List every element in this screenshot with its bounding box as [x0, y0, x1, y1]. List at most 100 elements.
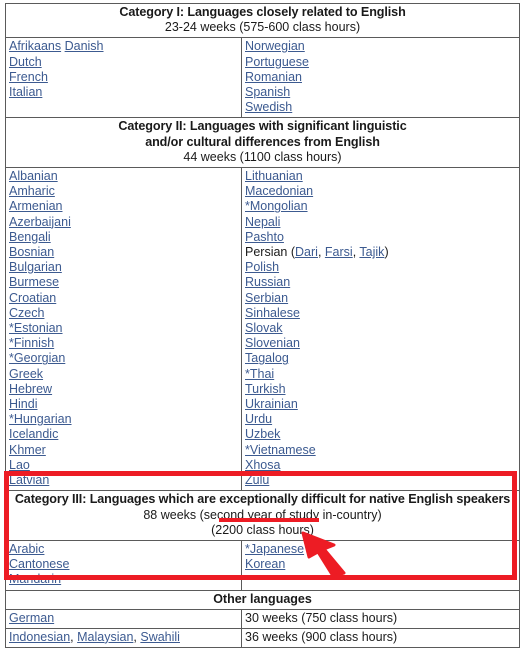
language-link[interactable]: Khmer: [9, 443, 46, 457]
language-link[interactable]: Icelandic: [9, 427, 58, 441]
other-languages-header-row: Other languages: [4, 589, 521, 610]
language-link[interactable]: Albanian: [9, 169, 58, 183]
language-entry: Korean: [245, 557, 516, 572]
language-link[interactable]: *Thai: [245, 367, 274, 381]
language-link[interactable]: Zulu: [245, 473, 269, 487]
language-list: German: [9, 611, 54, 625]
language-link[interactable]: Korean: [245, 557, 285, 571]
language-link[interactable]: Slovenian: [245, 336, 300, 350]
other-row-1-languages: Indonesian, Malaysian, Swahili: [5, 627, 242, 648]
language-link[interactable]: Swahili: [140, 630, 180, 644]
category-2-header-cell: Category II: Languages with significant …: [4, 117, 521, 169]
language-entry: Khmer: [9, 443, 238, 458]
language-link[interactable]: *Finnish: [9, 336, 54, 350]
language-entry: Nepali: [245, 215, 516, 230]
category-1-left-column: Afrikaans Danish Dutch French Italian: [5, 37, 242, 119]
language-link[interactable]: Indonesian: [9, 630, 70, 644]
language-link[interactable]: Latvian: [9, 473, 49, 487]
language-link[interactable]: Bengali: [9, 230, 51, 244]
language-link[interactable]: *Vietnamese: [245, 443, 316, 457]
language-link[interactable]: *Japanese: [245, 542, 304, 556]
language-link[interactable]: Xhosa: [245, 458, 280, 472]
language-link[interactable]: Greek: [9, 367, 43, 381]
language-link[interactable]: Portuguese: [245, 55, 309, 69]
language-link[interactable]: *Mongolian: [245, 199, 308, 213]
language-entry: *Thai: [245, 367, 516, 382]
language-list: Afrikaans Danish Dutch French Italian: [9, 39, 238, 100]
language-link[interactable]: Cantonese: [9, 557, 69, 571]
language-list: Indonesian, Malaysian, Swahili: [9, 630, 180, 644]
language-entry: Greek: [9, 367, 238, 382]
category-1-title: Category I: Languages closely related to…: [119, 5, 406, 19]
language-entry: Lithuanian: [245, 169, 516, 184]
language-entry: Spanish: [245, 85, 516, 100]
language-link[interactable]: Armenian: [9, 199, 63, 213]
language-link[interactable]: Czech: [9, 306, 44, 320]
language-link[interactable]: Swedish: [245, 100, 292, 114]
language-link[interactable]: Italian: [9, 85, 42, 99]
language-link[interactable]: *Georgian: [9, 351, 65, 365]
language-link[interactable]: Malaysian: [77, 630, 133, 644]
language-link[interactable]: Afrikaans: [9, 39, 61, 53]
language-link[interactable]: Danish: [65, 39, 104, 53]
language-entry: *Finnish: [9, 336, 238, 351]
language-entry: Italian: [9, 85, 238, 100]
language-link[interactable]: Azerbaijani: [9, 215, 71, 229]
language-link[interactable]: Lithuanian: [245, 169, 303, 183]
language-entry: Amharic: [9, 184, 238, 199]
language-link[interactable]: Amharic: [9, 184, 55, 198]
language-link[interactable]: Hebrew: [9, 382, 52, 396]
language-link[interactable]: Norwegian: [245, 39, 305, 53]
language-link[interactable]: Lao: [9, 458, 30, 472]
language-link[interactable]: Farsi: [325, 245, 353, 259]
language-entry: Mandarin: [9, 572, 238, 587]
language-link[interactable]: *Estonian: [9, 321, 63, 335]
language-link[interactable]: Dari: [295, 245, 318, 259]
language-link[interactable]: Slovak: [245, 321, 283, 335]
language-link[interactable]: Uzbek: [245, 427, 280, 441]
language-link[interactable]: Romanian: [245, 70, 302, 84]
language-link[interactable]: Spanish: [245, 85, 290, 99]
language-entry: Cantonese: [9, 557, 238, 572]
category-3-subtitle-line-1: 88 weeks (second year of study in-countr…: [143, 507, 382, 522]
language-link[interactable]: Mandarin: [9, 572, 61, 586]
language-link[interactable]: Tagalog: [245, 351, 289, 365]
language-link[interactable]: Russian: [245, 275, 290, 289]
language-entry: Bulgarian: [9, 260, 238, 275]
language-entry: Portuguese: [245, 55, 516, 70]
language-link[interactable]: Burmese: [9, 275, 59, 289]
other-languages-heading: Other languages: [4, 589, 521, 610]
language-link[interactable]: Ukrainian: [245, 397, 298, 411]
language-entry: Macedonian: [245, 184, 516, 199]
table-row: Indonesian, Malaysian, Swahili 36 weeks …: [5, 627, 521, 648]
language-link[interactable]: Bulgarian: [9, 260, 62, 274]
language-link[interactable]: Macedonian: [245, 184, 313, 198]
language-entry: Hebrew: [9, 382, 238, 397]
language-entry: *Estonian: [9, 321, 238, 336]
language-link[interactable]: Bosnian: [9, 245, 54, 259]
language-link[interactable]: Polish: [245, 260, 279, 274]
language-link[interactable]: Sinhalese: [245, 306, 300, 320]
category-2-subtitle: 44 weeks (1100 class hours): [183, 149, 342, 164]
language-link[interactable]: French: [9, 70, 48, 84]
language-entry: Armenian: [9, 199, 238, 214]
language-link[interactable]: Nepali: [245, 215, 280, 229]
language-link[interactable]: *Hungarian: [9, 412, 72, 426]
language-link[interactable]: Pashto: [245, 230, 284, 244]
language-link[interactable]: Arabic: [9, 542, 44, 556]
language-link[interactable]: German: [9, 611, 54, 625]
language-link[interactable]: Serbian: [245, 291, 288, 305]
language-link[interactable]: Urdu: [245, 412, 272, 426]
language-entry: Burmese: [9, 275, 238, 290]
language-entry: Croatian: [9, 291, 238, 306]
language-link[interactable]: Turkish: [245, 382, 286, 396]
language-entry: Turkish: [245, 382, 516, 397]
language-link[interactable]: Croatian: [9, 291, 56, 305]
language-link[interactable]: Tajik: [359, 245, 384, 259]
fsi-language-difficulty-table: Category I: Languages closely related to…: [4, 2, 521, 648]
language-entry: Urdu: [245, 412, 516, 427]
language-link[interactable]: Dutch: [9, 55, 42, 69]
language-link[interactable]: Hindi: [9, 397, 38, 411]
language-entry: Zulu: [245, 473, 516, 488]
language-entry: Afrikaans Danish: [9, 39, 238, 54]
